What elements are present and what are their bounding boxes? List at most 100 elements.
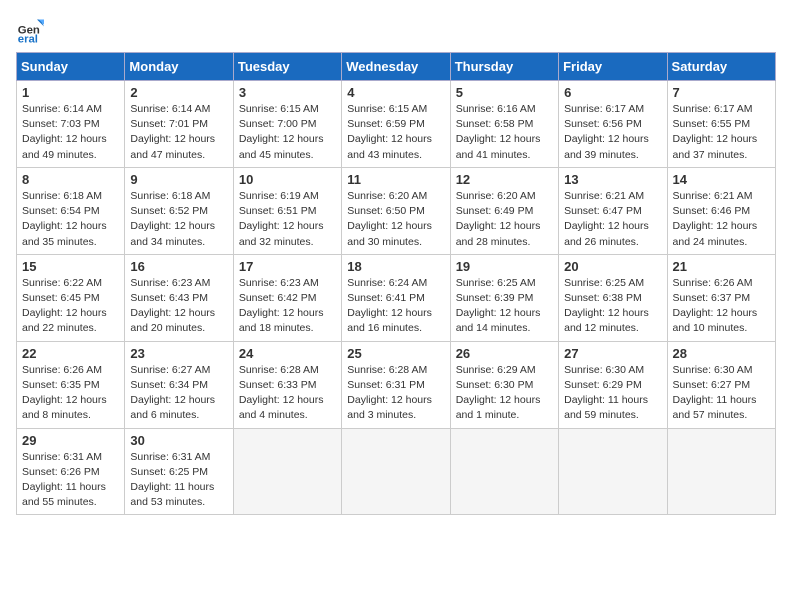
calendar-cell: 12Sunrise: 6:20 AM Sunset: 6:49 PM Dayli…	[450, 167, 558, 254]
day-detail: Sunrise: 6:30 AM Sunset: 6:27 PM Dayligh…	[673, 363, 770, 424]
day-number: 20	[564, 259, 661, 274]
day-number: 22	[22, 346, 119, 361]
calendar-cell: 20 Sunrise: 6:25 AM Sunset: 6:38 PM Dayli…	[559, 254, 667, 341]
col-header-saturday: Saturday	[667, 53, 775, 81]
day-detail: Sunrise: 6:31 AM Sunset: 6:25 PM Dayligh…	[130, 450, 227, 511]
day-detail: Sunrise: 6:15 AM Sunset: 6:59 PM Dayligh…	[347, 102, 444, 163]
day-number: 1	[22, 85, 119, 100]
day-detail: Sunrise: 6:31 AM Sunset: 6:26 PM Dayligh…	[22, 450, 119, 511]
day-number: 11	[347, 172, 444, 187]
day-detail: Sunrise: 6:26 AM Sunset: 6:37 PM Dayligh…	[673, 276, 770, 337]
calendar-cell: 5 Sunrise: 6:16 AM Sunset: 6:58 PM Daylig…	[450, 81, 558, 168]
calendar-cell: 25 Sunrise: 6:28 AM Sunset: 6:31 PM Dayli…	[342, 341, 450, 428]
calendar-cell: 14Sunrise: 6:21 AM Sunset: 6:46 PM Dayli…	[667, 167, 775, 254]
calendar-cell	[233, 428, 341, 515]
calendar-header-row: SundayMondayTuesdayWednesdayThursdayFrid…	[17, 53, 776, 81]
day-detail: Sunrise: 6:16 AM Sunset: 6:58 PM Dayligh…	[456, 102, 553, 163]
calendar-cell: 6Sunrise: 6:17 AM Sunset: 6:56 PM Daylig…	[559, 81, 667, 168]
calendar-cell: 1Sunrise: 6:14 AM Sunset: 7:03 PM Daylig…	[17, 81, 125, 168]
day-number: 7	[673, 85, 770, 100]
day-detail: Sunrise: 6:18 AM Sunset: 6:54 PM Dayligh…	[22, 189, 119, 250]
calendar-cell: 9 Sunrise: 6:18 AM Sunset: 6:52 PM Daylig…	[125, 167, 233, 254]
day-detail: Sunrise: 6:25 AM Sunset: 6:38 PM Dayligh…	[564, 276, 661, 337]
day-number: 17	[239, 259, 336, 274]
day-number: 9	[130, 172, 227, 187]
calendar-cell: 3Sunrise: 6:15 AM Sunset: 7:00 PM Daylig…	[233, 81, 341, 168]
day-number: 12	[456, 172, 553, 187]
day-detail: Sunrise: 6:23 AM Sunset: 6:43 PM Dayligh…	[130, 276, 227, 337]
calendar-cell: 2 Sunrise: 6:14 AM Sunset: 7:01 PM Daylig…	[125, 81, 233, 168]
col-header-sunday: Sunday	[17, 53, 125, 81]
day-detail: Sunrise: 6:28 AM Sunset: 6:33 PM Dayligh…	[239, 363, 336, 424]
col-header-monday: Monday	[125, 53, 233, 81]
calendar-cell: 24 Sunrise: 6:28 AM Sunset: 6:33 PM Dayli…	[233, 341, 341, 428]
calendar-cell	[450, 428, 558, 515]
day-number: 27	[564, 346, 661, 361]
day-detail: Sunrise: 6:23 AM Sunset: 6:42 PM Dayligh…	[239, 276, 336, 337]
calendar-cell: 26Sunrise: 6:29 AM Sunset: 6:30 PM Dayli…	[450, 341, 558, 428]
day-number: 25	[347, 346, 444, 361]
calendar-cell: 23 Sunrise: 6:27 AM Sunset: 6:34 PM Dayli…	[125, 341, 233, 428]
logo: Gen eral	[16, 16, 48, 44]
day-number: 15	[22, 259, 119, 274]
calendar-week-row: 15 Sunrise: 6:22 AM Sunset: 6:45 PM Dayli…	[17, 254, 776, 341]
day-number: 19	[456, 259, 553, 274]
col-header-thursday: Thursday	[450, 53, 558, 81]
day-number: 23	[130, 346, 227, 361]
day-number: 16	[130, 259, 227, 274]
col-header-tuesday: Tuesday	[233, 53, 341, 81]
day-number: 5	[456, 85, 553, 100]
calendar-cell: 11 Sunrise: 6:20 AM Sunset: 6:50 PM Dayli…	[342, 167, 450, 254]
svg-text:eral: eral	[18, 33, 38, 44]
calendar-week-row: 1Sunrise: 6:14 AM Sunset: 7:03 PM Daylig…	[17, 81, 776, 168]
calendar-cell: 10 Sunrise: 6:19 AM Sunset: 6:51 PM Dayli…	[233, 167, 341, 254]
day-detail: Sunrise: 6:19 AM Sunset: 6:51 PM Dayligh…	[239, 189, 336, 250]
day-detail: Sunrise: 6:20 AM Sunset: 6:50 PM Dayligh…	[347, 189, 444, 250]
calendar-cell: 21 Sunrise: 6:26 AM Sunset: 6:37 PM Dayli…	[667, 254, 775, 341]
calendar-cell: 18Sunrise: 6:24 AM Sunset: 6:41 PM Dayli…	[342, 254, 450, 341]
day-number: 13	[564, 172, 661, 187]
day-detail: Sunrise: 6:14 AM Sunset: 7:01 PM Dayligh…	[130, 102, 227, 163]
calendar-cell	[342, 428, 450, 515]
calendar-cell: 13 Sunrise: 6:21 AM Sunset: 6:47 PM Dayli…	[559, 167, 667, 254]
calendar-week-row: 29 Sunrise: 6:31 AM Sunset: 6:26 PM Dayli…	[17, 428, 776, 515]
day-number: 18	[347, 259, 444, 274]
day-number: 30	[130, 433, 227, 448]
logo-icon: Gen eral	[16, 16, 44, 44]
col-header-wednesday: Wednesday	[342, 53, 450, 81]
day-number: 21	[673, 259, 770, 274]
day-detail: Sunrise: 6:17 AM Sunset: 6:56 PM Dayligh…	[564, 102, 661, 163]
day-detail: Sunrise: 6:29 AM Sunset: 6:30 PM Dayligh…	[456, 363, 553, 424]
calendar-cell: 7Sunrise: 6:17 AM Sunset: 6:55 PM Daylig…	[667, 81, 775, 168]
calendar-cell: 22 Sunrise: 6:26 AM Sunset: 6:35 PM Dayli…	[17, 341, 125, 428]
day-number: 29	[22, 433, 119, 448]
day-number: 24	[239, 346, 336, 361]
col-header-friday: Friday	[559, 53, 667, 81]
day-detail: Sunrise: 6:30 AM Sunset: 6:29 PM Dayligh…	[564, 363, 661, 424]
day-detail: Sunrise: 6:25 AM Sunset: 6:39 PM Dayligh…	[456, 276, 553, 337]
day-number: 4	[347, 85, 444, 100]
day-detail: Sunrise: 6:28 AM Sunset: 6:31 PM Dayligh…	[347, 363, 444, 424]
calendar-table: SundayMondayTuesdayWednesdayThursdayFrid…	[16, 52, 776, 515]
calendar-cell: 28Sunrise: 6:30 AM Sunset: 6:27 PM Dayli…	[667, 341, 775, 428]
calendar-cell: 16 Sunrise: 6:23 AM Sunset: 6:43 PM Dayli…	[125, 254, 233, 341]
page-header: Gen eral	[16, 16, 776, 44]
day-detail: Sunrise: 6:18 AM Sunset: 6:52 PM Dayligh…	[130, 189, 227, 250]
calendar-week-row: 8Sunrise: 6:18 AM Sunset: 6:54 PM Daylig…	[17, 167, 776, 254]
day-number: 2	[130, 85, 227, 100]
day-detail: Sunrise: 6:26 AM Sunset: 6:35 PM Dayligh…	[22, 363, 119, 424]
calendar-cell	[667, 428, 775, 515]
calendar-cell: 17 Sunrise: 6:23 AM Sunset: 6:42 PM Dayli…	[233, 254, 341, 341]
calendar-week-row: 22 Sunrise: 6:26 AM Sunset: 6:35 PM Dayli…	[17, 341, 776, 428]
calendar-cell: 8Sunrise: 6:18 AM Sunset: 6:54 PM Daylig…	[17, 167, 125, 254]
day-detail: Sunrise: 6:22 AM Sunset: 6:45 PM Dayligh…	[22, 276, 119, 337]
calendar-cell: 15 Sunrise: 6:22 AM Sunset: 6:45 PM Dayli…	[17, 254, 125, 341]
calendar-cell	[559, 428, 667, 515]
day-number: 10	[239, 172, 336, 187]
day-detail: Sunrise: 6:27 AM Sunset: 6:34 PM Dayligh…	[130, 363, 227, 424]
calendar-cell: 30 Sunrise: 6:31 AM Sunset: 6:25 PM Dayli…	[125, 428, 233, 515]
day-detail: Sunrise: 6:21 AM Sunset: 6:46 PM Dayligh…	[673, 189, 770, 250]
day-detail: Sunrise: 6:15 AM Sunset: 7:00 PM Dayligh…	[239, 102, 336, 163]
calendar-cell: 19 Sunrise: 6:25 AM Sunset: 6:39 PM Dayli…	[450, 254, 558, 341]
day-detail: Sunrise: 6:21 AM Sunset: 6:47 PM Dayligh…	[564, 189, 661, 250]
